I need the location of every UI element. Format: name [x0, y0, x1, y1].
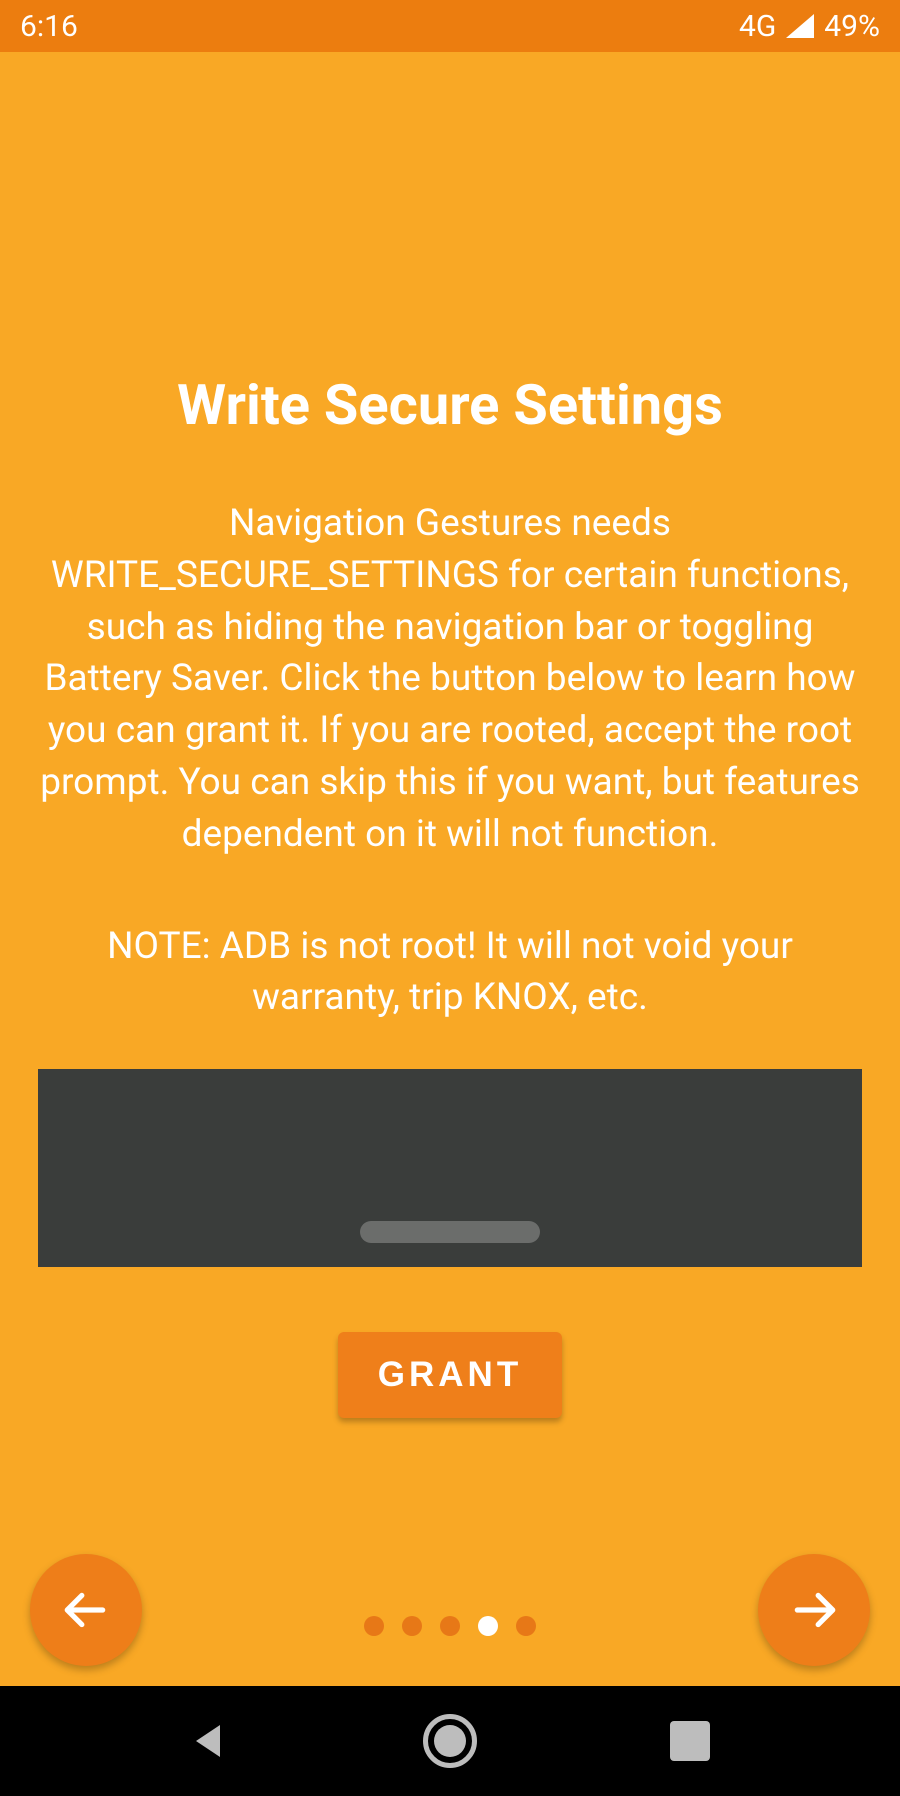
- system-home-button[interactable]: [420, 1711, 480, 1771]
- page-indicator: [364, 1616, 536, 1636]
- gesture-pill-icon: [360, 1221, 540, 1243]
- page-title: Write Secure Settings: [0, 372, 900, 438]
- system-back-button[interactable]: [180, 1711, 240, 1771]
- onboarding-content: Write Secure Settings Navigation Gesture…: [0, 52, 900, 1686]
- next-fab[interactable]: [758, 1554, 870, 1666]
- system-recents-button[interactable]: [660, 1711, 720, 1771]
- system-nav-bar: [0, 1686, 900, 1796]
- status-right: 4G 49%: [739, 9, 880, 44]
- arrow-right-icon: [789, 1585, 839, 1635]
- page-dot[interactable]: [516, 1616, 536, 1636]
- battery-percentage: 49%: [824, 9, 880, 44]
- status-time: 6:16: [20, 9, 78, 44]
- preview-panel: [38, 1069, 862, 1267]
- page-dot[interactable]: [364, 1616, 384, 1636]
- arrow-left-icon: [61, 1585, 111, 1635]
- bottom-controls: [0, 1546, 900, 1676]
- status-bar: 6:16 4G 49%: [0, 0, 900, 52]
- square-recents-icon: [670, 1721, 710, 1761]
- page-note: NOTE: ADB is not root! It will not void …: [0, 921, 900, 1025]
- page-dot[interactable]: [478, 1616, 498, 1636]
- circle-home-icon: [423, 1714, 477, 1768]
- grant-button[interactable]: GRANT: [338, 1332, 562, 1418]
- page-body: Navigation Gestures needs WRITE_SECURE_S…: [0, 498, 900, 861]
- signal-icon: [786, 14, 814, 38]
- page-dot[interactable]: [440, 1616, 460, 1636]
- triangle-back-icon: [190, 1721, 230, 1761]
- page-dot[interactable]: [402, 1616, 422, 1636]
- network-label: 4G: [739, 9, 776, 44]
- back-fab[interactable]: [30, 1554, 142, 1666]
